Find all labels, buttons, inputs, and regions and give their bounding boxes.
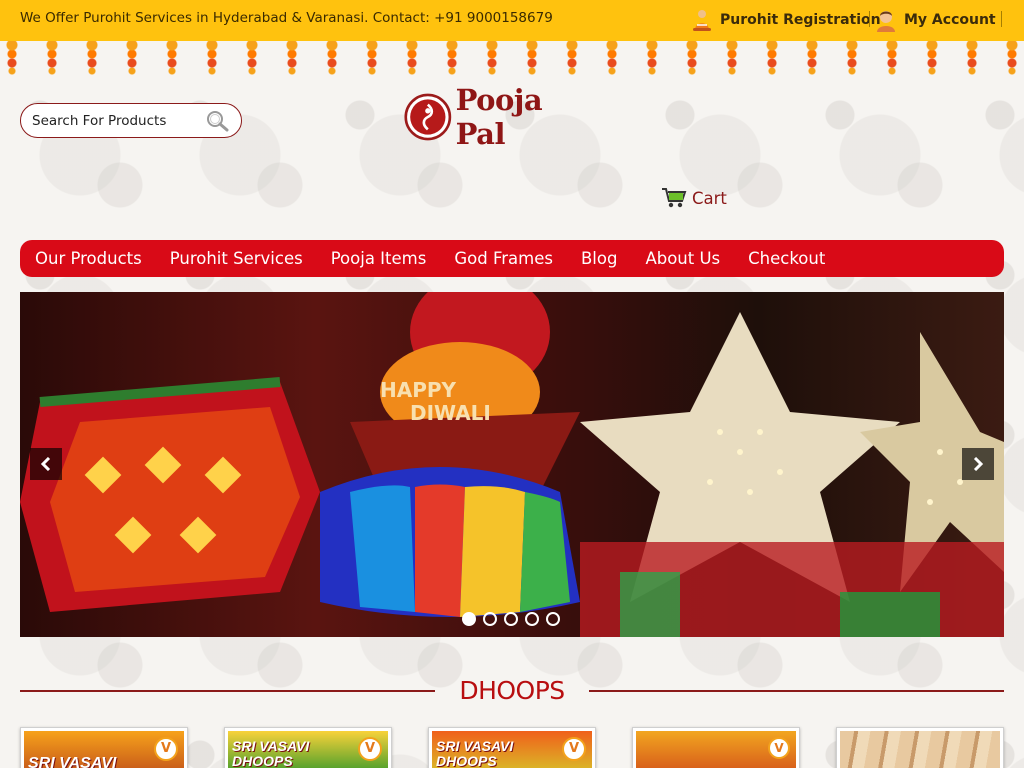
product-image: V	[636, 731, 796, 768]
product-image: SRI VASAVI V	[24, 731, 184, 768]
lantern-diwali-text: DIWALI	[410, 401, 491, 425]
nav-item-checkout[interactable]: Checkout	[748, 249, 825, 268]
search-icon[interactable]	[205, 109, 231, 133]
cart-label: Cart	[692, 188, 727, 208]
brand-logo-badge: V	[562, 737, 586, 761]
pooja-pal-logo-mark	[404, 93, 452, 141]
divider	[869, 11, 870, 27]
purohit-icon	[693, 10, 711, 31]
product-image: SRI VASAVI DHOOPS V	[432, 731, 592, 768]
shopping-cart-icon	[662, 188, 687, 208]
purohit-registration-label: Purohit Registration	[720, 12, 881, 28]
carousel-dot-2[interactable]	[483, 612, 497, 626]
product-grid: SRI VASAVI V SRI VASAVI DHOOPS V SRI VAS…	[20, 727, 1004, 768]
product-card[interactable]: SRI VASAVI DHOOPS V	[224, 727, 392, 768]
cart-link[interactable]: Cart	[661, 186, 727, 210]
product-brand-text: SRI VASAVI DHOOPS	[436, 738, 514, 768]
divider	[1001, 11, 1002, 27]
product-brand-text: SRI VASAVI	[28, 755, 117, 768]
chevron-left-icon	[40, 457, 51, 471]
my-account-link[interactable]: My Account	[874, 8, 996, 32]
carousel-prev-button[interactable]	[30, 448, 62, 480]
purohit-registration-link[interactable]: Purohit Registration	[690, 8, 881, 32]
chevron-right-icon	[973, 457, 984, 471]
lantern-happy-text: HAPPY	[380, 378, 457, 402]
contact-text: We Offer Purohit Services in Hyderabad &…	[20, 10, 553, 26]
carousel-dot-4[interactable]	[525, 612, 539, 626]
carousel-dot-3[interactable]	[504, 612, 518, 626]
product-image	[840, 731, 1000, 768]
nav-item-our-products[interactable]: Our Products	[35, 249, 142, 268]
product-image: SRI VASAVI DHOOPS V	[228, 731, 388, 768]
nav-item-pooja-items[interactable]: Pooja Items	[331, 249, 427, 268]
nav-item-god-frames[interactable]: God Frames	[454, 249, 553, 268]
logo-text: Pooja Pal	[455, 83, 543, 151]
product-card[interactable]: V	[632, 727, 800, 768]
product-card[interactable]: SRI VASAVI V	[20, 727, 188, 768]
main-navigation: Our Products Purohit Services Pooja Item…	[20, 240, 1004, 277]
carousel-dot-5[interactable]	[546, 612, 560, 626]
user-avatar-icon	[877, 11, 895, 32]
site-logo[interactable]: Pooja Pal	[404, 83, 584, 151]
hero-banner-carousel: HAPPY DIWALI	[20, 292, 1004, 637]
product-card[interactable]	[836, 727, 1004, 768]
nav-item-about-us[interactable]: About Us	[645, 249, 720, 268]
brand-logo-badge: V	[768, 737, 790, 759]
carousel-dot-1[interactable]	[462, 612, 476, 626]
brand-logo-badge: V	[358, 737, 382, 761]
nav-item-blog[interactable]: Blog	[581, 249, 617, 268]
marigold-toran-decoration	[0, 41, 1024, 77]
diwali-lanterns-image: HAPPY DIWALI	[20, 292, 1004, 637]
section-heading-dhoops: DHOOPS	[20, 676, 1004, 706]
search-input[interactable]	[32, 112, 202, 129]
section-title: DHOOPS	[459, 676, 565, 705]
my-account-label: My Account	[904, 12, 996, 28]
nav-item-purohit-services[interactable]: Purohit Services	[170, 249, 303, 268]
brand-logo-badge: V	[154, 737, 178, 761]
carousel-indicators	[462, 612, 560, 626]
carousel-next-button[interactable]	[962, 448, 994, 480]
product-card[interactable]: SRI VASAVI DHOOPS V	[428, 727, 596, 768]
top-bar: We Offer Purohit Services in Hyderabad &…	[0, 0, 1024, 41]
product-brand-text: SRI VASAVI DHOOPS	[232, 738, 310, 768]
search-box	[20, 103, 242, 138]
